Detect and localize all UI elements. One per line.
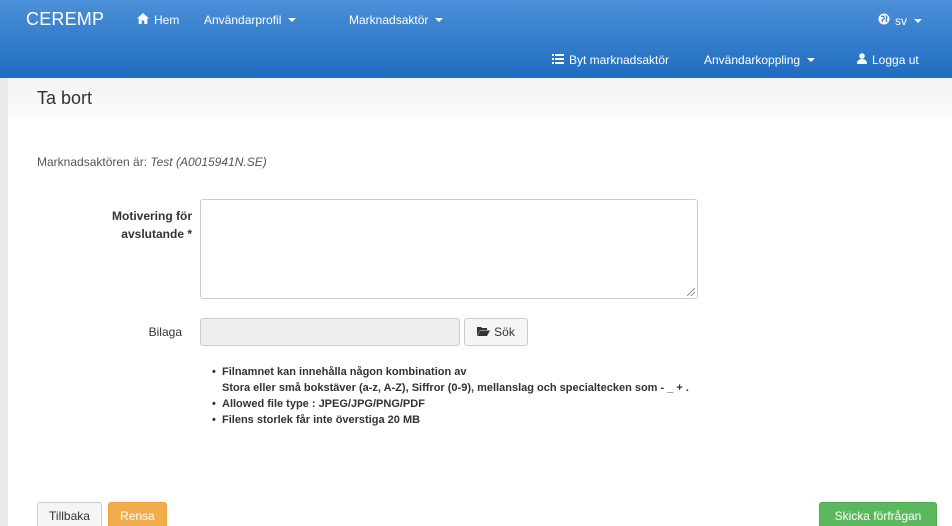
nav-user-profile-label: Användarprofil — [204, 13, 282, 27]
logout-link[interactable]: Logga ut — [857, 53, 919, 67]
top-navbar: CEREMP Hem Användarprofil Marknadsaktör … — [0, 0, 952, 78]
file-rules-list: • Filnamnet kan innehålla någon kombinati… — [212, 364, 689, 428]
market-actor-prefix: Marknadsaktören är: — [37, 155, 148, 169]
rule-item: • Filnamnet kan innehålla någon kombinati… — [212, 366, 467, 378]
resize-grip-icon[interactable] — [687, 288, 695, 296]
language-label: sv — [895, 13, 907, 28]
nav-home[interactable]: Hem — [137, 13, 179, 27]
attachment-file-field[interactable] — [200, 318, 460, 346]
folder-open-icon — [477, 325, 491, 339]
navbar-top-row: CEREMP Hem Användarprofil Marknadsaktör … — [0, 0, 952, 38]
nav-home-label: Hem — [154, 13, 180, 27]
page-header-bar — [8, 78, 952, 118]
home-icon — [137, 13, 149, 27]
nav-user-profile[interactable]: Användarprofil — [204, 13, 297, 27]
caret-down-icon — [807, 58, 816, 62]
motivation-label-line1: Motivering för — [112, 209, 192, 223]
motivation-textarea[interactable] — [200, 199, 698, 299]
attachment-label: Bilaga — [148, 325, 182, 339]
browse-file-button[interactable]: Sök — [464, 318, 528, 346]
user-link-menu[interactable]: Användarkoppling — [704, 53, 816, 67]
rule-item-continuation: Stora eller små bokstäver (a-z, A-Z), Si… — [222, 382, 689, 394]
globe-icon — [878, 13, 890, 28]
market-actor-value: Test (A0015941N.SE) — [150, 155, 267, 169]
motivation-label: Motivering för avslutande * — [92, 207, 192, 243]
switch-actor-label: Byt marknadsaktör — [569, 53, 670, 67]
browse-file-label: Sök — [494, 325, 515, 339]
caret-down-icon — [435, 18, 444, 22]
page-title: Ta bort — [37, 88, 93, 108]
send-request-button[interactable]: Skicka förfrågan — [819, 502, 937, 526]
logout-label: Logga ut — [872, 53, 919, 67]
rule-item: • Filens storlek får inte överstiga 20 MB — [212, 414, 421, 426]
market-actor-info: Marknadsaktören är: Test (A0015941N.SE) — [37, 155, 267, 169]
motivation-label-line2: avslutande * — [121, 227, 192, 241]
user-icon — [857, 53, 867, 67]
language-selector[interactable]: sv — [878, 13, 922, 28]
caret-down-icon — [288, 18, 297, 22]
caret-down-icon — [914, 18, 922, 23]
rule-item: • Allowed file type : JPEG/JPG/PNG/PDF — [212, 398, 425, 410]
nav-market-actor[interactable]: Marknadsaktör — [349, 13, 444, 27]
list-icon — [552, 53, 564, 67]
brand-logo[interactable]: CEREMP — [26, 9, 104, 30]
switch-actor-link[interactable]: Byt marknadsaktör — [552, 53, 669, 67]
nav-market-actor-label: Marknadsaktör — [349, 13, 429, 27]
reset-button[interactable]: Rensa — [108, 502, 167, 526]
back-button[interactable]: Tillbaka — [37, 502, 102, 526]
left-border — [0, 78, 8, 526]
user-link-label: Användarkoppling — [704, 53, 801, 67]
